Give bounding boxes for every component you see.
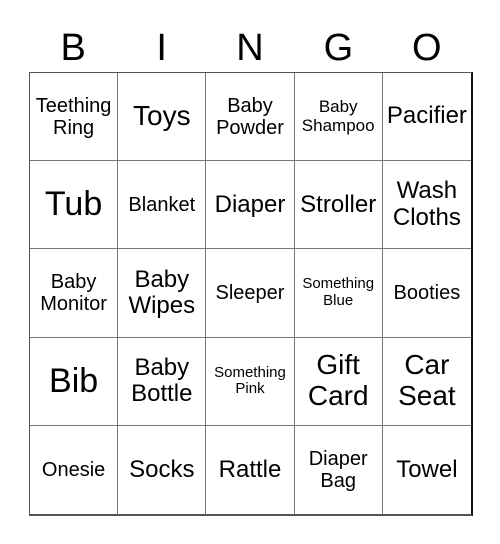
bingo-cell[interactable]: Pacifier [382,73,471,162]
bingo-cell[interactable]: Something Blue [294,249,383,338]
bingo-cell[interactable]: Booties [382,249,471,338]
bingo-cell[interactable]: Something Pink [206,337,295,426]
bingo-cell[interactable]: Onesie [30,425,119,514]
bingo-cell[interactable]: Blanket [118,161,207,250]
bingo-cell[interactable]: Baby Shampoo [294,73,383,162]
bingo-cell[interactable]: Baby Monitor [30,249,119,338]
header-letter-n: N [236,27,264,69]
bingo-cell[interactable]: Rattle [206,425,295,514]
bingo-cell[interactable]: Toys [118,73,207,162]
bingo-cell[interactable]: Diaper Bag [295,425,383,514]
bingo-cell[interactable]: Baby Bottle [118,337,207,426]
bingo-cell[interactable]: Towel [383,426,471,514]
header-letter-g: G [323,27,354,69]
bingo-cell[interactable]: Wash Cloths [382,161,471,250]
bingo-cell[interactable]: Stroller [294,161,383,250]
bingo-cell[interactable]: Sleeper [206,249,295,338]
bingo-cell[interactable]: Tub [30,161,119,250]
bingo-cell[interactable]: Car Seat [382,338,471,426]
bingo-cell[interactable]: Baby Powder [206,73,295,162]
bingo-header: B I N G O [29,24,471,72]
header-letter-i: I [156,27,167,69]
bingo-cell[interactable]: Teething Ring [30,73,119,162]
header-letter-o: O [412,27,442,69]
bingo-cell[interactable]: Gift Card [294,337,383,426]
bingo-cell[interactable]: Diaper [206,161,295,250]
bingo-card-grid: Teething Ring Toys Baby Powder Baby Sham… [29,72,473,516]
bingo-cell[interactable]: Socks [118,425,207,514]
bingo-cell[interactable]: Bib [30,337,119,426]
header-letter-b: B [60,27,86,69]
bingo-cell[interactable]: Baby Wipes [118,249,207,338]
